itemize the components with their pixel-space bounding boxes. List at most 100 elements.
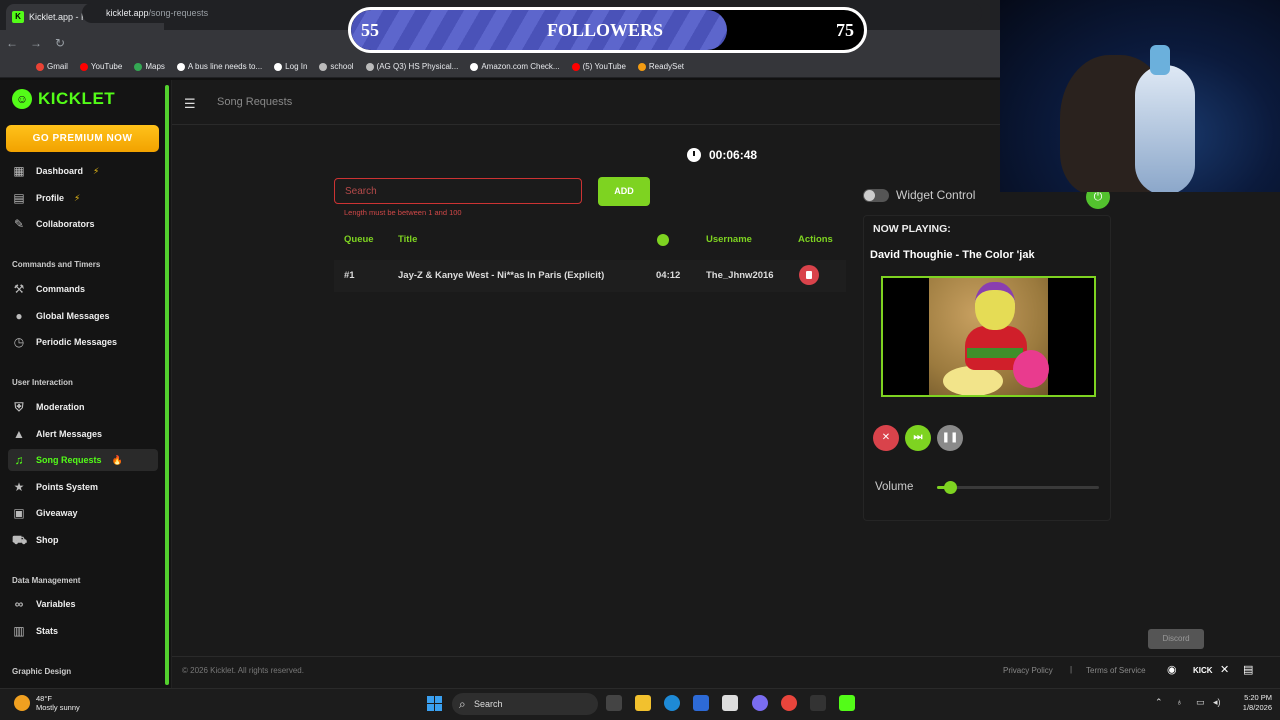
weather-widget[interactable]: 48°F Mostly sunny — [14, 694, 80, 712]
column-header-queue: Queue — [344, 234, 374, 245]
obs-icon[interactable] — [810, 695, 826, 711]
video-player[interactable] — [881, 276, 1096, 397]
sidebar-item-collaborators[interactable]: ✎ Collaborators — [8, 213, 158, 235]
song-search-input[interactable] — [334, 178, 582, 204]
bolt-icon: ⚡ — [74, 192, 81, 203]
add-song-button[interactable]: ADD — [598, 177, 650, 206]
sidebar-item-points-system[interactable]: ★ Points System — [8, 476, 158, 498]
mail-icon[interactable] — [693, 695, 709, 711]
kicklet-logo-icon: ☺ — [12, 89, 32, 109]
chat-bubble-icon: ● — [15, 309, 23, 323]
webcam-feed — [1000, 0, 1280, 192]
delete-song-button[interactable] — [799, 265, 819, 285]
music-note-icon: ♫ — [14, 453, 24, 467]
go-premium-button[interactable]: GO PREMIUM NOW — [6, 125, 159, 152]
sidebar-item-commands[interactable]: ⚒ Commands — [8, 278, 158, 300]
sidebar-item-dashboard[interactable]: ▦ Dashboard ⚡ — [8, 160, 158, 182]
bookmark-youtube-5[interactable]: (5) YouTube — [571, 62, 626, 71]
star-icon: ★ — [13, 480, 25, 494]
sidebar-item-stats[interactable]: ▥ Stats — [8, 620, 158, 642]
bookmark-maps[interactable]: Maps — [134, 62, 165, 71]
footer-separator: | — [1070, 665, 1073, 674]
volume-icon[interactable]: ◂) — [1213, 697, 1221, 708]
weather-temp: 48°F — [36, 694, 52, 703]
hammer-icon: ⚒ — [13, 282, 25, 296]
column-header-actions: Actions — [798, 234, 833, 245]
url-host: kicklet.app — [106, 8, 149, 18]
gift-icon: ▣ — [13, 506, 25, 520]
discord-app-icon[interactable] — [752, 695, 768, 711]
volume-slider-thumb[interactable] — [943, 481, 957, 494]
privacy-policy-link[interactable]: Privacy Policy — [1003, 666, 1053, 675]
terms-of-service-link[interactable]: Terms of Service — [1086, 666, 1146, 675]
network-icon[interactable]: ▭ — [1196, 697, 1205, 708]
sidebar-item-shop[interactable]: ⛟ Shop — [8, 529, 158, 551]
sidebar-item-global-messages[interactable]: ● Global Messages — [8, 305, 158, 327]
readyset-icon — [637, 62, 646, 71]
bookmark-login[interactable]: Log In — [274, 62, 307, 71]
stop-button[interactable]: ✕ — [873, 425, 899, 451]
kick-app-icon[interactable] — [839, 695, 855, 711]
bookmark-gmail[interactable]: Gmail — [36, 62, 68, 71]
microphone-icon[interactable]: ♁ — [1176, 697, 1183, 707]
sidebar-item-song-requests[interactable]: ♫ Song Requests 🔥 — [8, 449, 158, 471]
bookmark-physical[interactable]: (AG Q3) HS Physical... — [365, 62, 458, 71]
followers-current: 55 — [361, 20, 379, 40]
sidebar-item-moderation[interactable]: ⛨ Moderation — [8, 396, 158, 418]
kicklet-logo-text: KICKLET — [38, 89, 116, 108]
kicklet-logo[interactable]: ☺ KICKLET — [12, 89, 115, 109]
document-icon[interactable]: ▤ — [1243, 663, 1253, 676]
widget-control-label: Widget Control — [896, 188, 976, 202]
bookmark-school[interactable]: school — [319, 62, 354, 71]
video-artwork-stripe — [967, 348, 1023, 358]
bookmark-amazon[interactable]: Amazon.com Check... — [470, 62, 560, 71]
bookmark-readyset[interactable]: ReadySet — [637, 62, 684, 71]
edge-icon[interactable] — [664, 695, 680, 711]
task-view-icon[interactable] — [606, 695, 622, 711]
bookmark-bus-line[interactable]: A bus line needs to... — [176, 62, 262, 71]
taskbar-clock[interactable]: 5:20 PM 1/8/2026 — [1232, 693, 1272, 713]
windows-start-icon[interactable] — [427, 696, 442, 711]
page-title: Song Requests — [217, 96, 293, 108]
video-artwork-pink — [1013, 350, 1049, 388]
store-icon[interactable] — [722, 695, 738, 711]
discord-icon[interactable]: ◉ — [1167, 663, 1177, 676]
menu-toggle-icon[interactable]: ☰ — [184, 96, 196, 112]
bookmarks-bar: Gmail YouTube Maps A bus line needs to..… — [0, 56, 1000, 78]
clock-date: 1/8/2026 — [1242, 703, 1272, 712]
sidebar-item-periodic-messages[interactable]: ◷ Periodic Messages — [8, 331, 158, 353]
reload-icon[interactable]: ↻ — [48, 36, 72, 50]
kick-icon[interactable]: KICK — [1193, 666, 1213, 675]
chrome-icon[interactable] — [781, 695, 797, 711]
video-artwork-head — [975, 282, 1015, 330]
volume-slider[interactable] — [937, 486, 1099, 489]
dashboard-icon: ▦ — [13, 164, 25, 178]
sidebar-item-profile[interactable]: ▤ Profile ⚡ — [8, 187, 158, 209]
widget-control-toggle[interactable] — [863, 189, 889, 202]
back-icon[interactable]: ← — [0, 36, 24, 50]
volume-label: Volume — [875, 481, 914, 493]
bookmark-youtube[interactable]: YouTube — [79, 62, 122, 71]
search-error-message: Length must be between 1 and 100 — [344, 208, 462, 217]
x-twitter-icon[interactable]: ✕ — [1220, 663, 1229, 676]
tray-chevron-icon[interactable]: ⌃ — [1155, 697, 1163, 708]
profile-icon: ▤ — [13, 191, 25, 205]
sidebar-item-variables[interactable]: ∞ Variables — [8, 593, 158, 615]
forward-icon[interactable]: → — [24, 36, 48, 50]
taskbar-search[interactable]: Search — [452, 693, 598, 715]
pause-button[interactable]: ❚❚ — [937, 425, 963, 451]
sidebar-item-alert-messages[interactable]: ▲ Alert Messages — [8, 423, 158, 445]
discord-tooltip: Discord — [1148, 629, 1204, 649]
queue-timer: 00:06:48 — [687, 148, 757, 162]
followers-goal: 75 — [836, 20, 854, 40]
sidebar-section-commands-and-timers: Commands and Timers — [12, 260, 101, 269]
sidebar-item-giveaway[interactable]: ▣ Giveaway — [8, 502, 158, 524]
weather-condition: Mostly sunny — [36, 703, 80, 712]
sidebar-scrollbar[interactable] — [165, 85, 169, 685]
video-artwork-feet — [943, 366, 1003, 395]
document-icon — [274, 62, 283, 71]
skip-button[interactable]: ⏭ — [905, 425, 931, 451]
now-playing-song: David Thoughie - The Color 'jak — [870, 249, 1035, 261]
main-header — [172, 80, 1000, 125]
file-explorer-icon[interactable] — [635, 695, 651, 711]
